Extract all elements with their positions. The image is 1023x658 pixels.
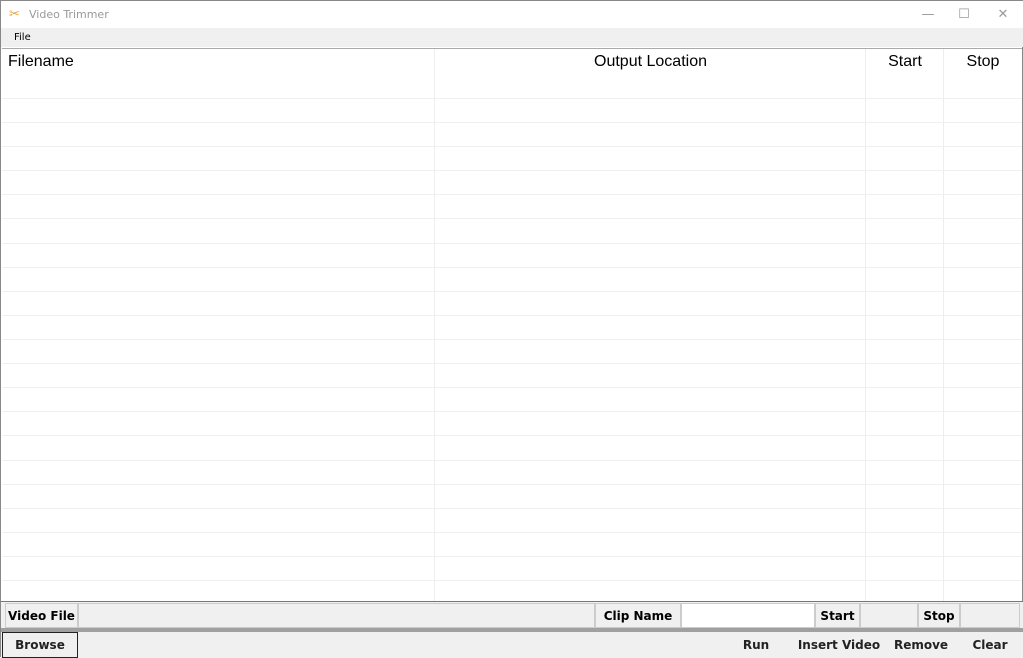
row-divider — [2, 267, 1022, 268]
row-divider — [2, 339, 1022, 340]
row-divider — [2, 218, 1022, 219]
row-divider — [2, 580, 1022, 581]
column-divider — [865, 49, 866, 601]
row-divider — [2, 435, 1022, 436]
row-divider — [2, 508, 1022, 509]
row-divider — [2, 170, 1022, 171]
row-divider — [2, 484, 1022, 485]
video-file-label: Video File — [5, 603, 78, 628]
column-header-filename[interactable]: Filename — [8, 49, 74, 75]
column-header-start[interactable]: Start — [866, 49, 944, 75]
column-divider — [434, 49, 435, 601]
clip-form: Video File Clip Name Start Stop — [1, 601, 1023, 628]
row-divider — [2, 556, 1022, 557]
stop-input[interactable] — [960, 603, 1020, 628]
browse-button[interactable]: Browse — [2, 632, 78, 658]
action-bar: Browse Run Insert Video Remove Clear — [1, 632, 1023, 658]
clear-button[interactable]: Clear — [966, 632, 1014, 658]
row-divider — [2, 363, 1022, 364]
row-divider — [2, 291, 1022, 292]
clips-table[interactable]: Filename Output Location Start Stop — [2, 48, 1022, 601]
row-divider — [2, 387, 1022, 388]
start-label: Start — [815, 603, 860, 628]
row-divider — [2, 98, 1022, 99]
stop-label: Stop — [918, 603, 960, 628]
minimize-button[interactable]: — — [908, 1, 948, 28]
video-file-field[interactable] — [78, 603, 595, 628]
row-divider — [2, 122, 1022, 123]
row-divider — [2, 243, 1022, 244]
row-divider — [2, 194, 1022, 195]
row-divider — [2, 411, 1022, 412]
row-divider — [2, 460, 1022, 461]
column-header-stop[interactable]: Stop — [944, 49, 1022, 75]
scissors-icon: ✂ — [9, 6, 20, 22]
clip-name-label: Clip Name — [595, 603, 681, 628]
remove-button[interactable]: Remove — [891, 632, 951, 658]
insert-video-button[interactable]: Insert Video — [796, 632, 882, 658]
menu-file[interactable]: File — [14, 32, 31, 43]
row-divider — [2, 146, 1022, 147]
row-divider — [2, 532, 1022, 533]
window-title: Video Trimmer — [29, 8, 109, 21]
column-header-output-location[interactable]: Output Location — [435, 49, 866, 75]
run-button[interactable]: Run — [736, 632, 776, 658]
maximize-button[interactable]: ☐ — [944, 1, 984, 28]
title-bar: ✂ Video Trimmer — ☐ ✕ — [1, 1, 1023, 28]
start-input[interactable] — [860, 603, 918, 628]
column-divider — [943, 49, 944, 601]
menu-bar: File — [1, 28, 1023, 47]
clip-name-input[interactable] — [681, 603, 815, 628]
close-button[interactable]: ✕ — [983, 1, 1023, 28]
row-divider — [2, 315, 1022, 316]
